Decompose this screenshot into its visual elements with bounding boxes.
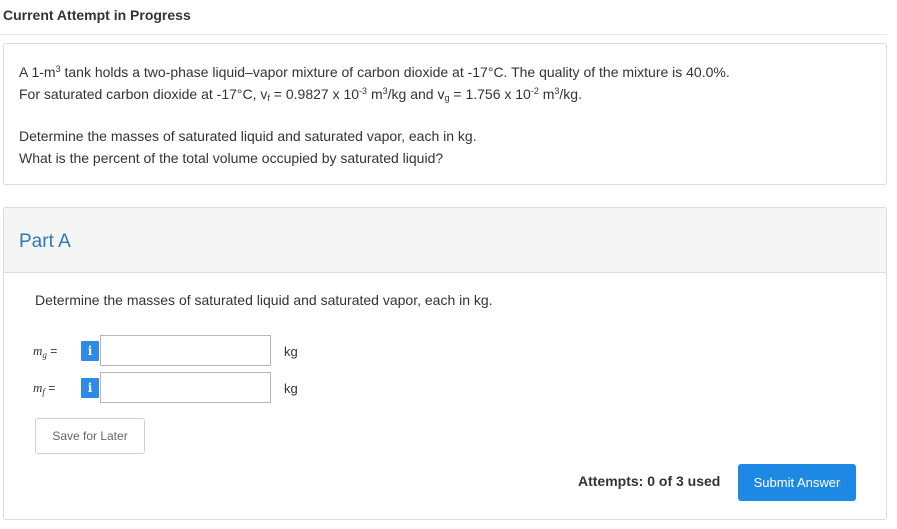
question-line-3: Determine the masses of saturated liquid… bbox=[19, 128, 477, 144]
mf-input[interactable] bbox=[100, 372, 271, 403]
question-line-2: For saturated carbon dioxide at -17°C, v… bbox=[19, 86, 582, 103]
submit-answer-button[interactable]: Submit Answer bbox=[738, 464, 856, 501]
mf-label: mf = bbox=[33, 380, 56, 397]
mg-input[interactable] bbox=[100, 335, 271, 366]
mg-label: mg = bbox=[33, 343, 58, 360]
info-icon[interactable]: i bbox=[81, 378, 99, 398]
answer-row-mf: mf = i kg bbox=[4, 372, 886, 406]
part-prompt: Determine the masses of saturated liquid… bbox=[35, 292, 493, 308]
part-title: Part A bbox=[19, 231, 71, 252]
question-line-4: What is the percent of the total volume … bbox=[19, 150, 444, 166]
unit-label: kg bbox=[284, 344, 298, 359]
info-icon[interactable]: i bbox=[81, 341, 99, 361]
part-a-header: Part A bbox=[4, 208, 886, 273]
header-bar: Current Attempt in Progress bbox=[0, 0, 887, 35]
page-title: Current Attempt in Progress bbox=[3, 7, 191, 23]
question-line-1: A 1-m3 tank holds a two-phase liquid–vap… bbox=[19, 64, 730, 80]
part-a-panel: Part A Determine the masses of saturated… bbox=[3, 207, 887, 520]
save-for-later-button[interactable]: Save for Later bbox=[35, 418, 145, 454]
attempts-counter: Attempts: 0 of 3 used bbox=[578, 473, 721, 489]
unit-label: kg bbox=[284, 381, 298, 396]
question-box: A 1-m3 tank holds a two-phase liquid–vap… bbox=[3, 43, 887, 185]
answer-row-mg: mg = i kg bbox=[4, 335, 886, 369]
